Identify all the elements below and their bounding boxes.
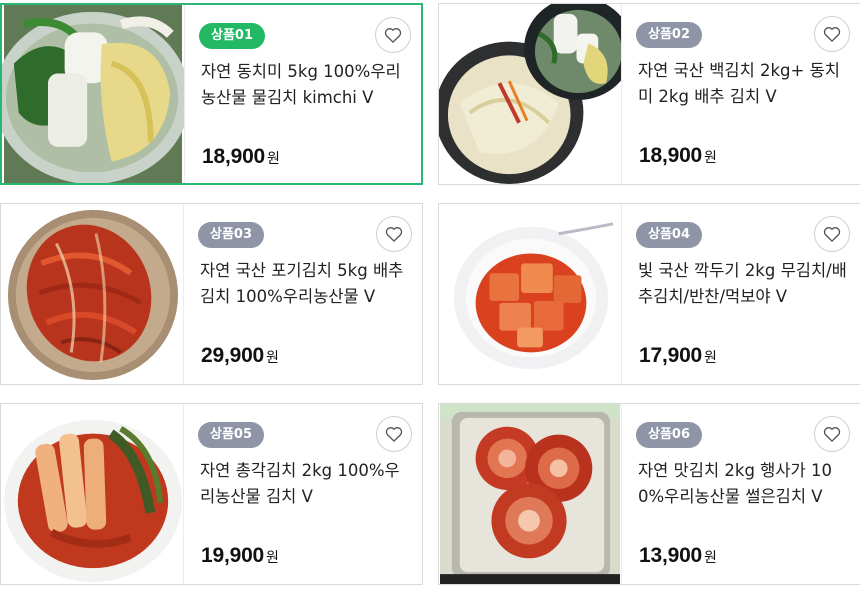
product-title[interactable]: 자연 국산 백김치 2kg+ 동치미 2kg 배추 김치 V (638, 58, 850, 110)
card-divider (183, 204, 184, 384)
product-badge: 상품01 (199, 23, 266, 49)
card-divider (621, 4, 622, 184)
product-card[interactable]: 상품02 자연 국산 백김치 2kg+ 동치미 2kg 배추 김치 V 18,9… (438, 3, 860, 185)
product-card[interactable]: 상품01 자연 동치미 5kg 100%우리농산물 물김치 kimchi V 1… (0, 3, 423, 185)
mat-kimchi-image[interactable] (439, 404, 621, 584)
kkakdugi-icon (440, 204, 620, 384)
product-badge: 상품03 (198, 222, 265, 248)
heart-outline-icon (385, 427, 403, 443)
product-price: 13,900 원 (639, 544, 717, 568)
product-title[interactable]: 자연 총각김치 2kg 100%우리농산물 김치 V (200, 458, 412, 510)
wishlist-button[interactable] (376, 216, 412, 252)
wishlist-button[interactable] (814, 216, 850, 252)
product-price: 17,900 원 (639, 344, 717, 368)
product-badge: 상품02 (636, 22, 703, 48)
price-currency: 원 (266, 550, 279, 566)
wishlist-button[interactable] (814, 16, 850, 52)
heart-outline-icon (823, 427, 841, 443)
heart-outline-icon (823, 227, 841, 243)
wishlist-button[interactable] (375, 17, 411, 53)
price-value: 18,900 (202, 145, 266, 168)
price-value: 13,900 (639, 544, 703, 567)
product-title[interactable]: 자연 동치미 5kg 100%우리농산물 물김치 kimchi V (201, 59, 413, 111)
wishlist-button[interactable] (376, 416, 412, 452)
product-price: 29,900 원 (201, 344, 279, 368)
product-title[interactable]: 자연 맛김치 2kg 행사가 100%우리농산물 썰은김치 V (638, 458, 850, 510)
pogi-kimchi-icon (2, 204, 182, 384)
price-value: 29,900 (201, 344, 265, 367)
product-title[interactable]: 빛 국산 깍두기 2kg 무김치/배추김치/반찬/먹보야 V (638, 258, 850, 310)
price-value: 19,900 (201, 544, 265, 567)
product-title[interactable]: 자연 국산 포기김치 5kg 배추 김치 100%우리농산물 V (200, 258, 412, 310)
card-divider (184, 5, 185, 183)
chonggak-kimchi-icon (2, 404, 182, 584)
dongchimi-icon (2, 5, 184, 183)
product-card[interactable]: 상품05 자연 총각김치 2kg 100%우리농산물 김치 V 19,900 원 (0, 403, 423, 585)
product-badge: 상품04 (636, 222, 703, 248)
price-value: 18,900 (639, 144, 703, 167)
card-divider (621, 204, 622, 384)
price-currency: 원 (704, 550, 717, 566)
price-currency: 원 (267, 151, 280, 167)
heart-outline-icon (385, 227, 403, 243)
product-price: 19,900 원 (201, 544, 279, 568)
price-value: 17,900 (639, 344, 703, 367)
heart-outline-icon (823, 27, 841, 43)
chonggak-kimchi-image[interactable] (1, 404, 183, 584)
wishlist-button[interactable] (814, 416, 850, 452)
product-card[interactable]: 상품03 자연 국산 포기김치 5kg 배추 김치 100%우리농산물 V 29… (0, 203, 423, 385)
product-price: 18,900 원 (639, 144, 717, 168)
mat-kimchi-icon (440, 404, 620, 584)
baek-kimchi-icon (439, 4, 621, 184)
card-divider (621, 404, 622, 584)
product-card[interactable]: 상품06 자연 맛김치 2kg 행사가 100%우리농산물 썰은김치 V 13,… (438, 403, 860, 585)
kkakdugi-image[interactable] (439, 204, 621, 384)
card-divider (183, 404, 184, 584)
dongchimi-image[interactable] (2, 5, 184, 183)
price-currency: 원 (704, 350, 717, 366)
product-badge: 상품05 (198, 422, 265, 448)
pogi-kimchi-image[interactable] (1, 204, 183, 384)
price-currency: 원 (704, 150, 717, 166)
price-currency: 원 (266, 350, 279, 366)
heart-outline-icon (384, 28, 402, 44)
baek-kimchi-image[interactable] (439, 4, 621, 184)
product-price: 18,900 원 (202, 145, 280, 169)
product-badge: 상품06 (636, 422, 703, 448)
product-card[interactable]: 상품04 빛 국산 깍두기 2kg 무김치/배추김치/반찬/먹보야 V 17,9… (438, 203, 860, 385)
